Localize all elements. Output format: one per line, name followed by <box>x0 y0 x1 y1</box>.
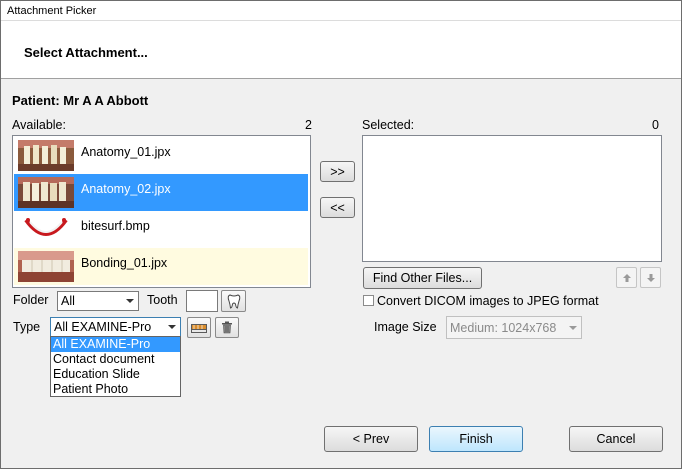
cancel-button[interactable]: Cancel <box>569 426 663 452</box>
selected-list[interactable] <box>362 135 662 262</box>
chevron-down-icon <box>569 326 577 330</box>
list-item-selected[interactable]: Anatomy_02.jpx <box>14 174 308 211</box>
chevron-down-icon <box>168 325 176 329</box>
arrow-down-icon <box>646 273 655 282</box>
list-item[interactable]: Bonding_01.jpx <box>14 248 308 285</box>
scanner-icon <box>191 323 207 333</box>
type-option[interactable]: Contact document <box>51 352 180 367</box>
available-list[interactable]: Anatomy_01.jpx Anatomy_02.jpx bitesurf.b… <box>12 135 311 288</box>
convert-dicom-label[interactable]: Convert DICOM images to JPEG format <box>377 294 599 308</box>
type-option[interactable]: Education Slide <box>51 367 180 382</box>
convert-dicom-checkbox[interactable] <box>363 295 374 306</box>
tooth-label: Tooth <box>147 293 178 307</box>
list-item[interactable]: Anatomy_01.jpx <box>14 137 308 174</box>
move-down-button[interactable] <box>640 267 661 288</box>
tooth-icon <box>227 293 240 309</box>
tooth-chart-button[interactable] <box>221 290 246 312</box>
selected-count: 0 <box>652 118 659 132</box>
folder-select-value: All <box>61 294 75 308</box>
arrow-up-icon <box>622 273 631 282</box>
folder-select[interactable]: All <box>57 291 139 311</box>
type-select[interactable]: All EXAMINE-Pro <box>50 317 181 337</box>
image-size-select[interactable]: Medium: 1024x768 <box>446 316 582 339</box>
list-item-label: Anatomy_01.jpx <box>81 145 171 159</box>
delete-button[interactable] <box>215 317 239 338</box>
available-count: 2 <box>305 118 312 132</box>
move-up-button[interactable] <box>616 267 637 288</box>
finish-button[interactable]: Finish <box>429 426 523 452</box>
find-other-files-button[interactable]: Find Other Files... <box>363 267 482 289</box>
type-label: Type <box>13 320 41 334</box>
thumbnail-image <box>18 140 74 171</box>
folder-label: Folder <box>13 293 49 307</box>
list-item-label: bitesurf.bmp <box>81 219 150 233</box>
trash-icon <box>222 321 232 334</box>
prev-button[interactable]: < Prev <box>324 426 418 452</box>
selected-label: Selected: <box>362 118 415 132</box>
chevron-down-icon <box>126 299 134 303</box>
attachment-picker-window: Attachment Picker Select Attachment... P… <box>0 0 682 469</box>
window-title: Attachment Picker <box>7 5 97 17</box>
header-title: Select Attachment... <box>24 45 148 60</box>
type-option[interactable]: All EXAMINE-Pro <box>51 337 180 352</box>
list-item-label: Anatomy_02.jpx <box>81 182 171 196</box>
list-item-label: Bonding_01.jpx <box>81 256 168 270</box>
remove-button[interactable]: << <box>320 197 355 218</box>
type-option[interactable]: Patient Photo <box>51 382 180 397</box>
thumbnail-image <box>18 177 74 208</box>
dialog-header: Select Attachment... <box>1 21 681 79</box>
add-button[interactable]: >> <box>320 161 355 182</box>
scan-button[interactable] <box>187 317 211 338</box>
type-dropdown-list[interactable]: All EXAMINE-Pro Contact document Educati… <box>50 336 181 397</box>
patient-label: Patient: Mr A A Abbott <box>12 93 149 108</box>
tooth-input[interactable] <box>186 290 218 312</box>
title-bar: Attachment Picker <box>1 1 681 21</box>
available-label: Available: <box>12 118 66 132</box>
image-size-label: Image Size <box>374 320 437 334</box>
type-select-value: All EXAMINE-Pro <box>54 320 152 334</box>
image-size-value: Medium: 1024x768 <box>450 321 557 335</box>
thumbnail-image <box>18 214 74 245</box>
thumbnail-image <box>18 251 74 282</box>
list-item[interactable]: bitesurf.bmp <box>14 211 308 248</box>
